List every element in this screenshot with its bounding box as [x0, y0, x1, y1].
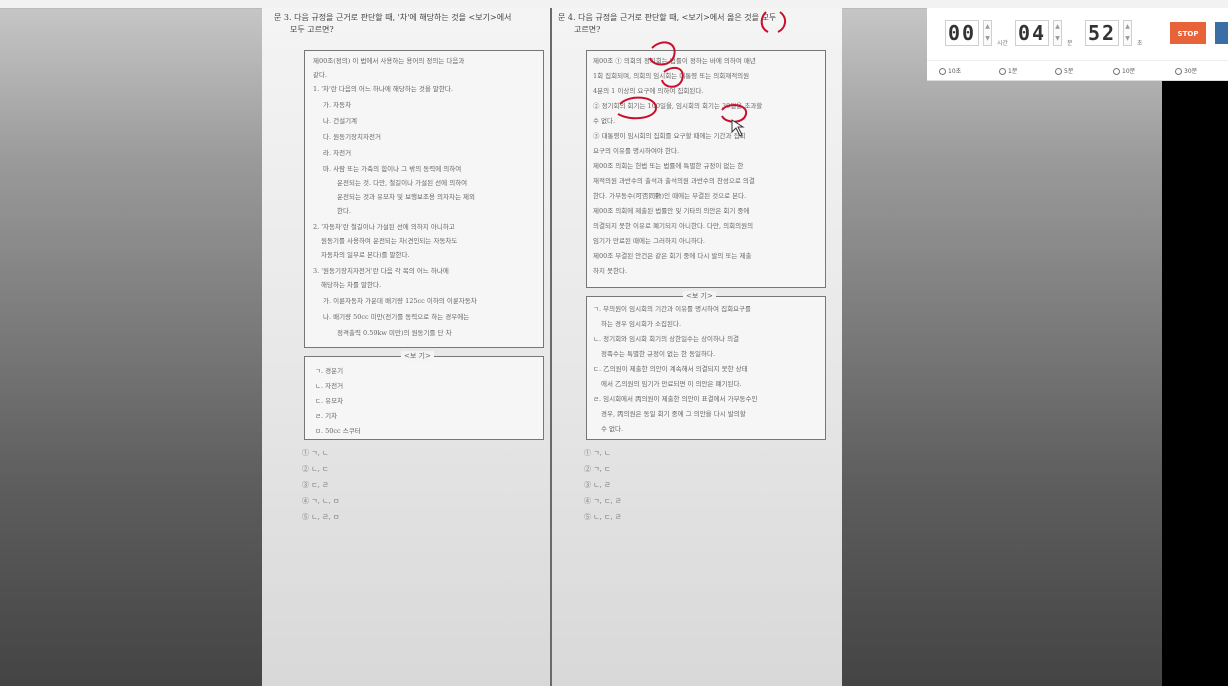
- bogi-title: <보 기>: [683, 291, 716, 301]
- countdown-timer-panel: 00 ▲ ▼ 시간 04 ▲ ▼ 분 52 ▲ ▼ 초 STOP 10초 1분 5분 …: [927, 8, 1228, 81]
- answer-choice-4[interactable]: ④ ㄱ, ㄷ, ㄹ: [584, 496, 621, 506]
- bogi-item: ㄴ. 자전거: [315, 382, 344, 390]
- rule-line: 제00조 의회는 헌법 또는 법률에 특별한 규정이 없는 한: [593, 162, 744, 170]
- rule-line: 의결되지 못한 이유로 폐기되지 아니한다. 다만, 의회의원의: [593, 222, 754, 230]
- bogi-title: <보 기>: [401, 351, 434, 361]
- bogi-item: 정족수는 특별한 규정이 없는 한 동일하다.: [601, 350, 716, 358]
- bogi-item: ㄷ. 유모차: [315, 397, 344, 405]
- rule-line: 3. '원동기장치자전거'란 다음 각 목의 어느 하나에: [313, 267, 449, 275]
- preset-1m-radio[interactable]: 1분: [999, 66, 1017, 75]
- question-3-heading: 문 3. 다음 규정을 근거로 판단할 때, '차'에 해당하는 것을 <보기>…: [274, 13, 512, 22]
- settings-button[interactable]: [1215, 22, 1228, 44]
- rule-line: 마. 사람 또는 가축의 힘이나 그 밖의 동력에 의하여: [323, 165, 462, 173]
- preset-30m-radio[interactable]: 30분: [1175, 66, 1197, 75]
- annotation-circle-mark: [617, 96, 658, 120]
- rule-line: 제00조 부결된 안건은 같은 회기 중에 다시 발의 또는 제출: [593, 252, 752, 260]
- rule-line: 2. '자동차'란 철길이나 가설된 선에 의하지 아니하고: [313, 223, 455, 231]
- preset-10s-radio[interactable]: 10초: [939, 66, 961, 75]
- answer-choice-3[interactable]: ③ ㄷ, ㄹ: [302, 480, 329, 490]
- hours-spinner[interactable]: ▲ ▼: [983, 20, 992, 46]
- bogi-item: ㄴ. 정기회와 임시회 회기의 상한일수는 상이하나 의결: [593, 335, 740, 343]
- rule-line: 운전되는 것. 다만, 철길이나 가설된 선에 의하여: [337, 179, 468, 187]
- bogi-item: ㅁ. 50cc 스쿠터: [315, 427, 361, 435]
- bogi-item: 경우, 丙의원은 동일 회기 중에 그 의안을 다시 발의할: [601, 410, 746, 418]
- annotation-circle-mark: [649, 41, 676, 66]
- rule-line: 라. 자전거: [323, 149, 352, 157]
- rule-line: 가. 자동차: [323, 101, 352, 109]
- question-3-rule-box: 제00조(정의) 이 법에서 사용하는 용어의 정의는 다음과 같다. 1. '…: [304, 50, 544, 348]
- radio-icon: [1175, 68, 1182, 75]
- annotation-circle-mark: [721, 104, 748, 123]
- radio-icon: [999, 68, 1006, 75]
- rule-line: 나. 배기량 50cc 미만(전기를 동력으로 하는 경우에는: [323, 313, 470, 321]
- handwritten-annotations: [617, 11, 786, 137]
- rule-line: 한다. 가부동수(可否同數)인 때에는 부결된 것으로 본다.: [593, 192, 747, 200]
- rule-line: 운전되는 것과 유모차 및 보행보조용 의자차는 제외: [337, 193, 475, 201]
- rule-line: 나. 건설기계: [323, 117, 358, 125]
- rule-line: 다. 원동기장치자전거: [323, 133, 381, 141]
- rule-line: 자동차의 일부로 본다)를 말한다.: [321, 251, 410, 259]
- minutes-spinner[interactable]: ▲ ▼: [1053, 20, 1062, 46]
- rule-line: 임기가 만료된 때에는 그러하지 아니하다.: [593, 237, 705, 245]
- answer-choice-3[interactable]: ③ ㄴ, ㄹ: [584, 480, 611, 490]
- preset-5m-radio[interactable]: 5분: [1055, 66, 1073, 75]
- rule-line: 제00조(정의) 이 법에서 사용하는 용어의 정의는 다음과: [313, 57, 465, 65]
- question-3-bogi-box: <보 기> ㄱ. 경운기 ㄴ. 자전거 ㄷ. 유모차 ㄹ. 기차 ㅁ. 50cc…: [304, 351, 544, 440]
- radio-icon: [939, 68, 946, 75]
- bogi-item: 에서 乙의원의 임기가 만료되면 이 의안은 폐기된다.: [601, 380, 742, 388]
- answer-choice-5[interactable]: ⑤ ㄴ, ㄷ, ㄹ: [584, 512, 621, 522]
- rule-line: 원동기를 사용하여 운전되는 차(견인되는 자동차도: [321, 237, 458, 245]
- annotation-parenthesis-mark: [760, 11, 786, 33]
- stop-button[interactable]: STOP: [1170, 22, 1206, 44]
- exam-page-left: 문 3. 다음 규정을 근거로 판단할 때, '차'에 해당하는 것을 <보기>…: [262, 8, 550, 686]
- rule-line: 1. '차'란 다음의 어느 하나에 해당하는 것을 말한다.: [313, 85, 453, 93]
- radio-icon: [1113, 68, 1120, 75]
- bogi-item: ㄷ. 乙의원이 제출한 의안이 계속해서 의결되지 못한 상태: [593, 365, 748, 373]
- question-4-bogi-box: <보 기> ㄱ. 부의원이 임시회의 기간과 이유를 명시하여 집회요구를 하는…: [586, 291, 826, 440]
- black-side-area: [1162, 80, 1228, 686]
- rule-line: 재적의원 과반수의 출석과 출석의원 과반수의 찬성으로 의결: [593, 177, 755, 185]
- rule-line: 같다.: [313, 71, 328, 79]
- seconds-spinner[interactable]: ▲ ▼: [1123, 20, 1132, 46]
- bogi-item: 수 없다.: [601, 425, 624, 433]
- answer-choice-4[interactable]: ④ ㄱ, ㄴ, ㅁ: [302, 496, 339, 506]
- rule-line: 정격출력 0.59kw 미만)의 원동기를 단 차: [337, 329, 452, 337]
- bogi-item: ㄹ. 임시회에서 丙의원이 제출한 의안이 표결에서 가부동수인: [593, 395, 758, 403]
- radio-icon: [1055, 68, 1062, 75]
- question-3-heading-cont: 모두 고르면?: [290, 25, 334, 34]
- minutes-unit-label: 분: [1067, 40, 1073, 47]
- rule-line: 한다.: [337, 207, 352, 215]
- minutes-display[interactable]: 04: [1015, 20, 1050, 46]
- answer-choice-2[interactable]: ② ㄱ, ㄷ: [584, 464, 611, 474]
- rule-line: 요구의 이유를 명시하여야 한다.: [593, 147, 680, 155]
- answer-choice-2[interactable]: ② ㄴ, ㄷ: [302, 464, 329, 474]
- rule-line: 해당하는 차를 말한다.: [321, 281, 382, 289]
- bogi-item: ㄱ. 부의원이 임시회의 기간과 이유를 명시하여 집회요구를: [593, 305, 751, 313]
- answer-choice-1[interactable]: ① ㄱ, ㄴ: [302, 448, 329, 458]
- rule-line: 하지 못한다.: [593, 267, 628, 275]
- hours-display[interactable]: 00: [945, 20, 980, 46]
- rule-line: 가. 이륜자동차 가운데 배기량 125cc 이하의 이륜자동차: [323, 297, 477, 305]
- bogi-item: ㄹ. 기차: [315, 412, 338, 420]
- seconds-display[interactable]: 52: [1085, 20, 1120, 46]
- annotation-circle-mark: [661, 66, 684, 88]
- hours-unit-label: 시간: [997, 40, 1009, 47]
- timer-separator: [927, 60, 1228, 61]
- bogi-item: ㄱ. 경운기: [315, 367, 344, 375]
- bogi-item: 하는 경우 임시회가 소집된다.: [601, 320, 682, 328]
- answer-choice-1[interactable]: ① ㄱ, ㄴ: [584, 448, 611, 458]
- seconds-unit-label: 초: [1137, 40, 1143, 47]
- answer-choice-5[interactable]: ⑤ ㄴ, ㄹ, ㅁ: [302, 512, 339, 522]
- rule-line: 제00조 의회에 제출된 법률안 및 기타의 의안은 회기 중에: [593, 207, 750, 215]
- preset-10m-radio[interactable]: 10분: [1113, 66, 1135, 75]
- exam-page-right: 문 4. 다음 규정을 근거로 판단할 때, <보기>에서 옳은 것을 모두 고…: [552, 8, 842, 686]
